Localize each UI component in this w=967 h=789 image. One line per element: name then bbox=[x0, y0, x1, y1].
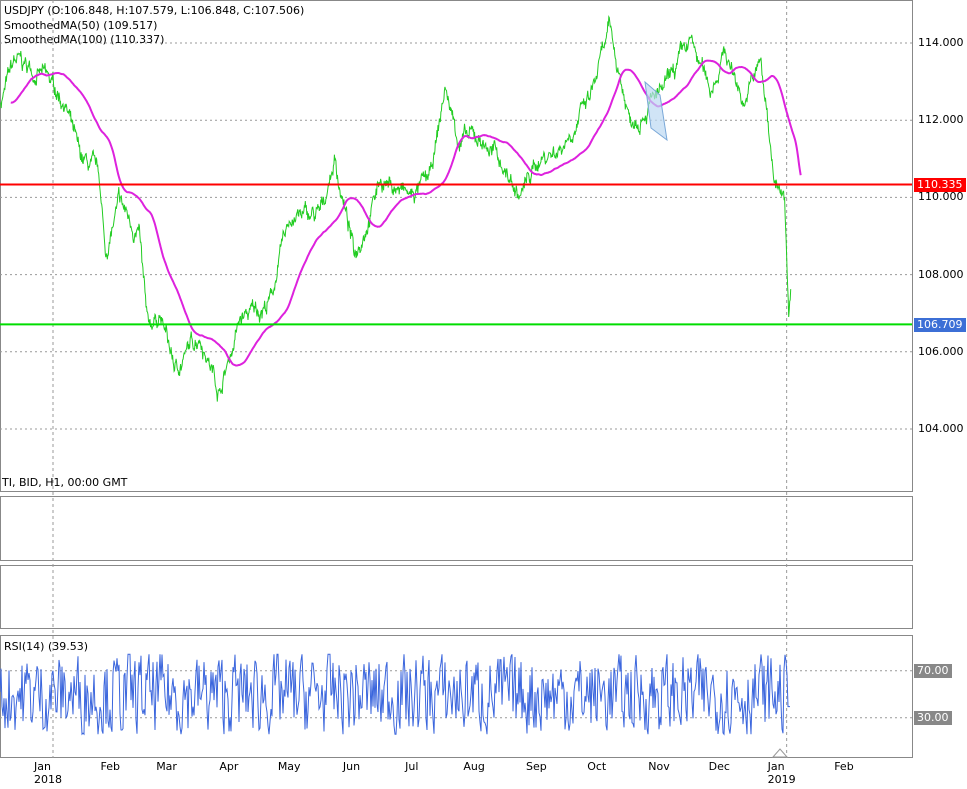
ma100-label: SmoothedMA(100) (110.337) bbox=[4, 33, 165, 46]
ma50-label: SmoothedMA(50) (109.517) bbox=[4, 19, 158, 32]
x-axis-label: Apr bbox=[219, 760, 238, 773]
x-axis-month: Aug bbox=[463, 760, 485, 773]
x-axis-label: Nov bbox=[648, 760, 669, 773]
x-axis-label: Aug bbox=[463, 760, 484, 773]
green-line-price-tag: 106.709 bbox=[914, 318, 966, 332]
x-axis-label: Dec bbox=[709, 760, 730, 773]
x-axis-label: Jun bbox=[343, 760, 360, 773]
rsi-30-tag: 30.00 bbox=[914, 711, 952, 725]
x-axis-label: Feb bbox=[834, 760, 853, 773]
x-axis-label: May bbox=[278, 760, 301, 773]
x-axis-month: Jun bbox=[342, 760, 361, 773]
x-axis-month: Jan bbox=[767, 760, 785, 773]
channel-drawing bbox=[644, 80, 668, 142]
x-axis-month: Feb bbox=[834, 760, 854, 773]
x-axis-label: Sep bbox=[526, 760, 547, 773]
smoothed-ma-line bbox=[10, 59, 802, 367]
price-axis-label: 106.000 bbox=[918, 344, 964, 358]
price-line bbox=[0, 15, 792, 402]
x-axis-month: Apr bbox=[219, 760, 239, 773]
data-source-label: TI, BID, H1, 00:00 GMT bbox=[2, 476, 128, 489]
x-axis-month: Dec bbox=[708, 760, 730, 773]
rsi-line bbox=[0, 653, 790, 736]
price-axis-label: 110.000 bbox=[918, 190, 964, 204]
x-axis-year: 2018 bbox=[34, 773, 62, 786]
x-axis-label: Jul bbox=[405, 760, 418, 773]
x-axis-month: Sep bbox=[526, 760, 547, 773]
x-axis-month: May bbox=[277, 760, 301, 773]
chart-svg bbox=[0, 0, 912, 758]
x-axis-label: Jan 2019 bbox=[768, 760, 796, 786]
price-axis-label: 108.000 bbox=[918, 267, 964, 281]
x-axis-label: Feb bbox=[101, 760, 120, 773]
x-axis-month: Nov bbox=[648, 760, 670, 773]
symbol-ohlc: USDJPY (O:106.848, H:107.579, L:106.848,… bbox=[4, 4, 305, 17]
x-axis-month: Feb bbox=[100, 760, 121, 773]
x-axis-year: 2019 bbox=[767, 773, 796, 786]
price-axis-label: 112.000 bbox=[918, 113, 964, 127]
x-axis-month: Jul bbox=[405, 760, 419, 773]
x-axis-label: Mar bbox=[156, 760, 177, 773]
x-axis-month: Mar bbox=[156, 760, 177, 773]
x-axis-label: Oct bbox=[587, 760, 606, 773]
rsi-70-tag: 70.00 bbox=[914, 664, 952, 678]
price-axis-label: 104.000 bbox=[918, 422, 964, 435]
event-marker-icon bbox=[771, 748, 789, 758]
x-axis-month: Oct bbox=[587, 760, 607, 773]
x-axis-month: Jan bbox=[34, 760, 51, 773]
price-axis-label: 114.000 bbox=[918, 36, 964, 49]
x-axis-label: Jan 2018 bbox=[34, 760, 62, 786]
rsi-label: RSI(14) (39.53) bbox=[4, 640, 89, 653]
